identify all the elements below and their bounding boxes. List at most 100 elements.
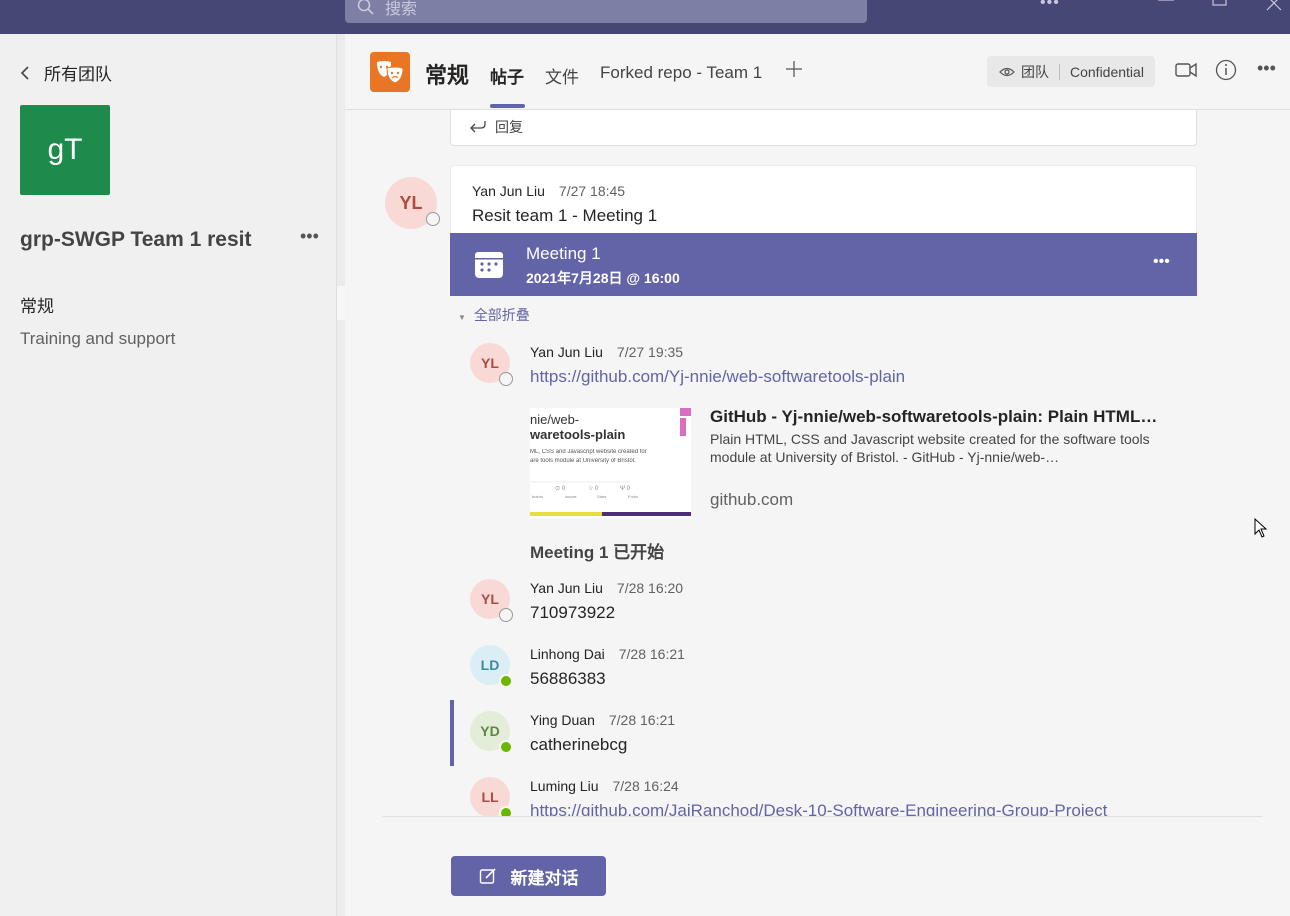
presence-offline-icon	[499, 608, 513, 622]
thread-subject: Resit team 1 - Meeting 1	[472, 206, 658, 225]
author-name[interactable]: Yan Jun Liu	[530, 344, 603, 360]
author-line: Ying Duan 7/28 16:21	[530, 712, 675, 728]
theater-masks-icon[interactable]	[370, 52, 410, 92]
tab-files[interactable]: 文件	[545, 63, 579, 88]
team-name: grp-SWGP Team 1 resit	[20, 228, 252, 251]
link-preview-title[interactable]: GitHub - Yj-nnie/web-softwaretools-plain…	[710, 407, 1157, 427]
meeting-started-notice: Meeting 1 已开始	[530, 543, 665, 562]
author-line: Linhong Dai 7/28 16:21	[530, 646, 685, 662]
timestamp: 7/28 16:21	[618, 646, 685, 662]
author-name[interactable]: Yan Jun Liu	[472, 183, 545, 199]
presence-available-icon	[499, 740, 513, 754]
info-icon[interactable]	[1215, 59, 1237, 81]
more-icon[interactable]: •••	[1040, 0, 1060, 12]
preview-image-line-2: waretools-plain	[530, 427, 626, 442]
avatar[interactable]: LL	[470, 777, 513, 816]
avatar-initials: YL	[399, 192, 423, 213]
title-bar: 搜索 •••	[0, 0, 1290, 34]
tab-posts[interactable]: 帖子	[490, 63, 524, 88]
team-avatar[interactable]: gT	[20, 105, 110, 195]
channel-general[interactable]: 常规	[20, 292, 54, 317]
timestamp: 7/27 18:45	[558, 183, 626, 199]
timestamp: 7/28 16:20	[616, 580, 684, 596]
avatar[interactable]: YL	[470, 343, 513, 386]
eye-icon	[999, 67, 1015, 76]
meeting-more-icon[interactable]: •••	[1153, 253, 1170, 271]
active-tab-indicator	[490, 104, 525, 108]
author-name[interactable]: Yan Jun Liu	[530, 580, 603, 596]
avatar[interactable]: LD	[470, 645, 513, 688]
preview-image-line-4: are tools module at University of Bristo…	[530, 458, 636, 464]
author-line: Yan Jun Liu 7/28 16:20	[530, 580, 683, 596]
left-scrollbar[interactable]	[337, 34, 345, 916]
presence-offline-icon	[426, 212, 440, 226]
link-preview-image[interactable]: ⊙ 0 ☆ 0 Ψ 0 butors Issues Stars Forks ni…	[530, 408, 691, 518]
meeting-thread-card: Yan Jun Liu 7/27 18:45 Resit team 1 - Me…	[450, 165, 1197, 816]
avatar-initials: LL	[481, 789, 499, 805]
search-box[interactable]: 搜索	[345, 0, 867, 23]
avatar-initials: YL	[481, 355, 499, 371]
svg-text:Stars: Stars	[597, 494, 606, 499]
thread-header: Yan Jun Liu 7/27 18:45 Resit team 1 - Me…	[450, 165, 1197, 233]
tab-forked-repo[interactable]: Forked repo - Team 1	[600, 63, 762, 83]
collapse-triangle-icon: ▼	[458, 313, 466, 322]
author-name[interactable]: Ying Duan	[530, 712, 595, 728]
back-to-all-teams[interactable]: 所有团队	[20, 60, 112, 85]
previous-thread-card: 回复	[450, 110, 1197, 146]
message-text: 56886383	[530, 669, 606, 688]
channel-header: 常规 帖子 文件 Forked repo - Team 1 团队 Confide…	[345, 34, 1290, 110]
confidential-label: Confidential	[1070, 63, 1144, 80]
svg-text:butors: butors	[532, 494, 543, 499]
header-more-icon[interactable]: •••	[1257, 58, 1276, 79]
timestamp: 7/28 16:24	[612, 778, 679, 794]
meeting-banner[interactable]: Meeting 1 2021年7月28日 @ 16:00 •••	[450, 233, 1197, 296]
presence-available-icon	[499, 806, 513, 816]
reply-label: 回复	[495, 119, 523, 135]
maximize-icon[interactable]	[1210, 0, 1230, 12]
avatar[interactable]: YL	[385, 177, 440, 229]
message-text: catherinebcg	[530, 735, 628, 754]
collapse-all-button[interactable]: ▼ 全部折叠	[458, 305, 530, 325]
author-line: Yan Jun Liu 7/27 19:35	[530, 344, 683, 360]
presence-available-icon	[499, 674, 513, 688]
back-label: 所有团队	[44, 65, 112, 84]
team-more-icon[interactable]: •••	[300, 226, 319, 247]
conversation-area: 回复 YL Yan Jun Liu 7/27 18:45 Resit team …	[345, 110, 1290, 816]
svg-text:☆ 0: ☆ 0	[588, 485, 599, 492]
avatar-initials: YL	[481, 591, 499, 607]
new-conversation-label: 新建对话	[510, 868, 579, 888]
minimize-icon[interactable]	[1156, 0, 1176, 12]
collapse-label: 全部折叠	[473, 307, 530, 323]
team-label: 团队	[1021, 63, 1049, 80]
channel-training[interactable]: Training and support	[20, 329, 175, 349]
meeting-time: 2021年7月28日 @ 16:00	[526, 270, 680, 286]
svg-text:Ψ 0: Ψ 0	[620, 486, 631, 492]
preview-image-line-3: ML, CSS and Javascript website created f…	[530, 449, 647, 455]
timestamp: 7/27 19:35	[616, 344, 684, 360]
message-link[interactable]: https://github.com/JaiRanchod/Desk-10-So…	[530, 801, 1107, 816]
confidential-badge[interactable]: 团队 Confidential	[987, 56, 1155, 87]
calendar-icon	[475, 252, 503, 278]
video-icon[interactable]	[1175, 61, 1197, 79]
author-line: Yan Jun Liu 7/27 18:45	[472, 183, 625, 199]
new-conversation-button[interactable]: 新建对话	[451, 856, 606, 896]
compose-icon	[479, 868, 496, 884]
reply-button[interactable]: 回复	[469, 117, 523, 137]
svg-text:⊙ 0: ⊙ 0	[555, 486, 566, 492]
add-tab-icon[interactable]	[785, 60, 803, 78]
link-preview-description: Plain HTML, CSS and Javascript website c…	[710, 431, 1150, 465]
author-line: Luming Liu 7/28 16:24	[530, 778, 679, 794]
message-link[interactable]: https://github.com/Yj-nnie/web-softwaret…	[530, 367, 905, 387]
link-preview-domain: github.com	[710, 490, 794, 509]
timestamp: 7/28 16:21	[608, 712, 676, 728]
scrollbar-thumb[interactable]	[337, 286, 345, 320]
author-name[interactable]: Luming Liu	[530, 778, 599, 794]
avatar[interactable]: YL	[470, 579, 513, 622]
avatar[interactable]: YD	[470, 711, 513, 754]
preview-image-line-1: nie/web-	[530, 412, 580, 427]
avatar-initials: YD	[480, 723, 500, 739]
author-name[interactable]: Linhong Dai	[530, 646, 605, 662]
mouse-cursor-icon	[1254, 518, 1268, 538]
close-icon[interactable]	[1264, 0, 1284, 12]
new-message-indicator	[450, 700, 454, 766]
